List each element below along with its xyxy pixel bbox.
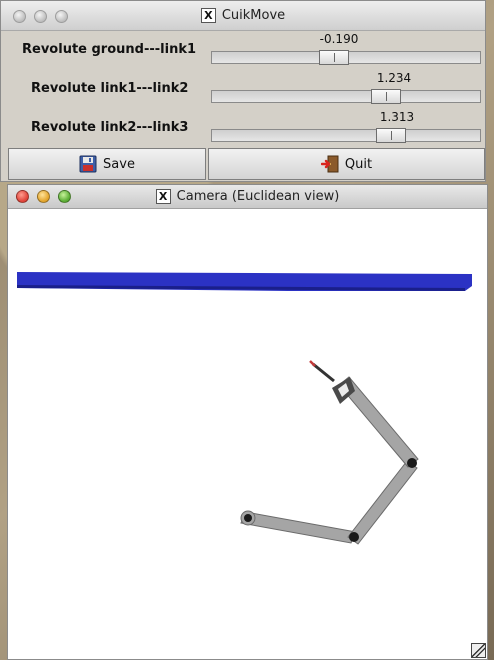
quit-label: Quit xyxy=(344,156,373,172)
x11-icon: X xyxy=(155,189,171,204)
slider-value: 1.313 xyxy=(379,110,415,124)
link-2 xyxy=(347,460,418,545)
link-1 xyxy=(240,510,357,544)
camera-titlebar[interactable]: X Camera (Euclidean view) xyxy=(8,185,487,209)
joint-wrist xyxy=(407,458,417,468)
save-button[interactable]: Save xyxy=(8,148,206,180)
cuikmove-titlebar[interactable]: X CuikMove xyxy=(1,1,485,31)
slider-value: -0.190 xyxy=(319,32,359,46)
slider-label: Revolute ground---link1 xyxy=(22,42,197,57)
3d-viewport[interactable] xyxy=(8,209,487,659)
slider-thumb[interactable] xyxy=(319,50,349,65)
slider-thumb[interactable] xyxy=(371,89,401,104)
camera-window: X Camera (Euclidean view) xyxy=(7,184,488,660)
slider-track[interactable] xyxy=(211,89,481,104)
joint-elbow xyxy=(349,532,359,542)
title-wrap: X Camera (Euclidean view) xyxy=(8,189,487,204)
slider-track[interactable] xyxy=(211,50,481,65)
x11-icon: X xyxy=(200,8,216,23)
slider-value: 1.234 xyxy=(376,71,412,85)
robot-scene xyxy=(17,272,472,545)
slider-row-link2-link3: Revolute link2---link3 1.313 xyxy=(1,110,487,146)
title-wrap: X CuikMove xyxy=(1,8,485,23)
window-title: CuikMove xyxy=(221,8,286,23)
slider-track[interactable] xyxy=(211,128,481,143)
slider-label: Revolute link2---link3 xyxy=(31,120,189,135)
slider-row-link1-link2: Revolute link1---link2 1.234 xyxy=(1,71,487,107)
save-label: Save xyxy=(103,156,135,172)
cuikmove-window: X CuikMove Revolute ground---link1 -0.19… xyxy=(0,0,486,182)
quit-button[interactable]: Quit xyxy=(208,148,485,180)
slider-label: Revolute link1---link2 xyxy=(31,81,189,96)
end-effector xyxy=(309,360,355,404)
resize-grip[interactable] xyxy=(471,643,486,658)
joint-base xyxy=(244,514,252,522)
slider-thumb[interactable] xyxy=(376,128,406,143)
exit-door-icon xyxy=(320,155,339,173)
floppy-disk-icon xyxy=(79,155,97,173)
window-title: Camera (Euclidean view) xyxy=(176,189,340,204)
slider-row-ground-link1: Revolute ground---link1 -0.190 xyxy=(1,32,487,68)
